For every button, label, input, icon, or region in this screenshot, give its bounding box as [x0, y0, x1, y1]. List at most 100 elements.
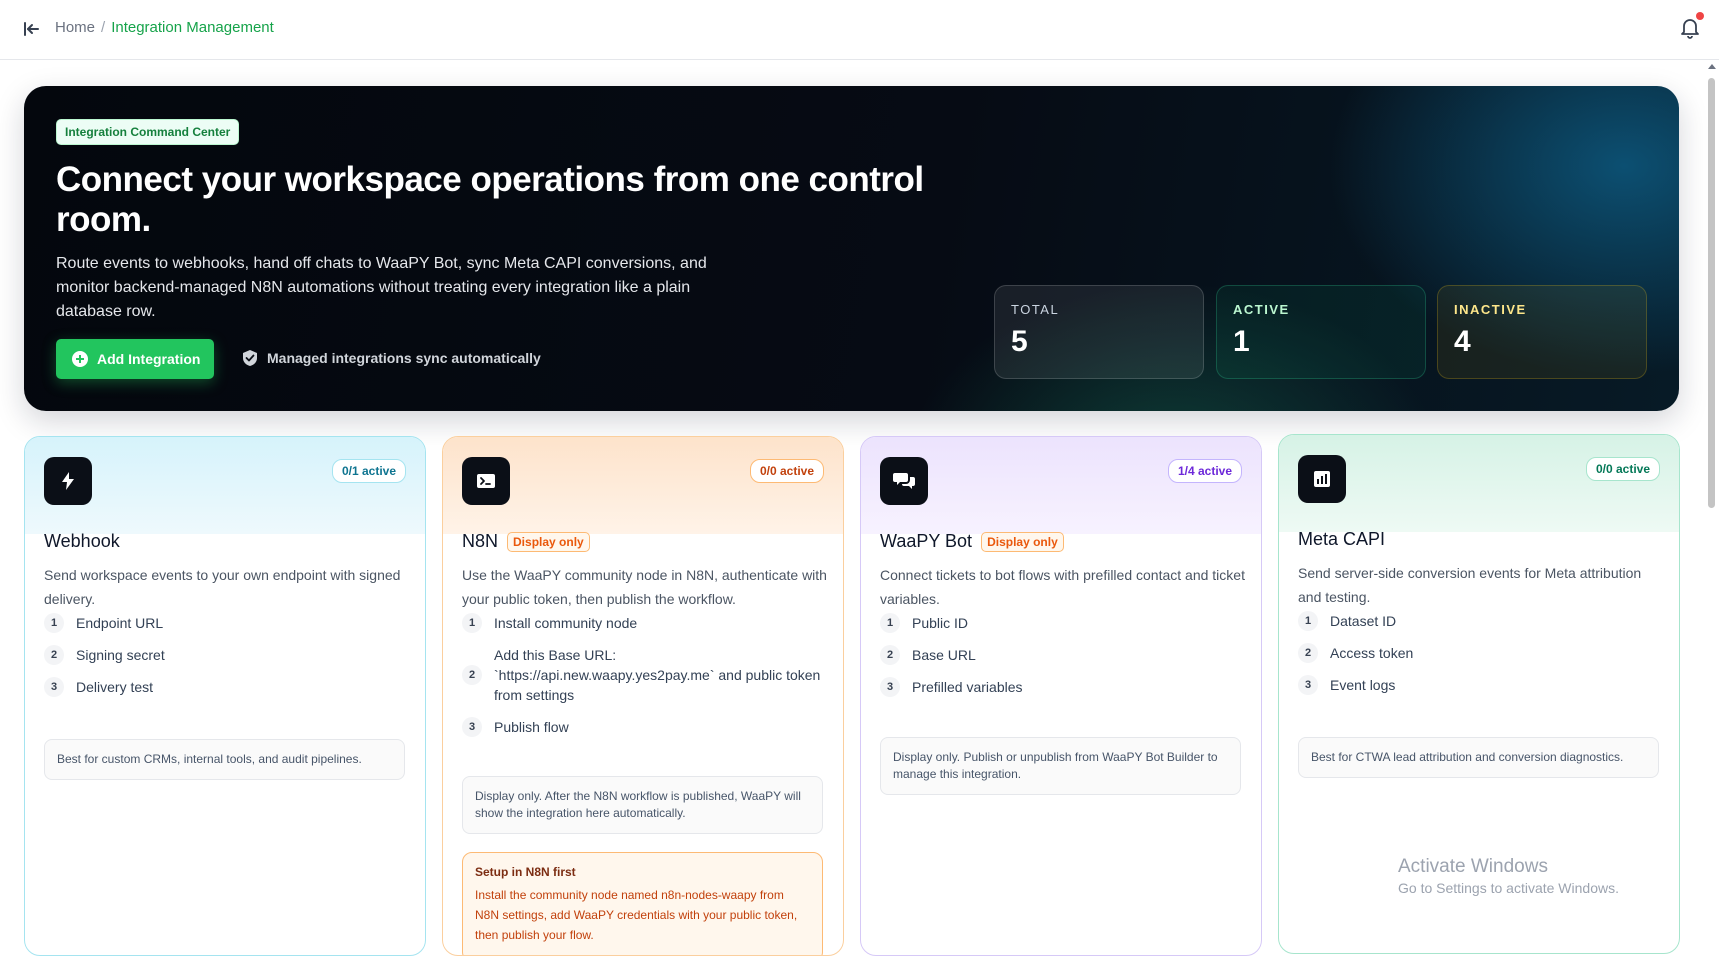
step-item: 1 Endpoint URL [44, 613, 409, 633]
active-count-badge: 0/0 active [1585, 457, 1660, 481]
hero-title: Connect your workspace operations from o… [56, 160, 924, 239]
setup-steps: 1 Install community node 2 Add this Base U… [462, 613, 827, 749]
step-text: Add this Base URL: `https://api.new.waap… [494, 647, 821, 703]
hero-badge: Integration Command Center [56, 119, 240, 145]
step-text: Base URL [912, 647, 976, 663]
setup-steps: 1 Dataset ID 2 Access token 3 Event logs [1298, 611, 1663, 707]
top-bar: Home / Integration Management [0, 0, 1719, 60]
shield-check-icon [243, 350, 257, 366]
step-item: 2 Add this Base URL: `https://api.new.waa… [462, 645, 827, 705]
stat-total: TOTAL 5 [994, 285, 1204, 379]
card-title-text: Webhook [44, 531, 120, 551]
card-note: Display only. Publish or unpublish from … [880, 737, 1241, 795]
setup-callout: Setup in N8N first Install the community… [462, 852, 823, 955]
step-item: 1 Dataset ID [1298, 611, 1663, 631]
display-only-badge: Display only [981, 531, 1064, 552]
card-note: Best for CTWA lead attribution and conve… [1298, 737, 1659, 778]
step-item: 2 Signing secret [44, 645, 409, 665]
step-item: 1 Install community node [462, 613, 827, 633]
stat-active-label: ACTIVE [1233, 302, 1290, 317]
step-number: 3 [462, 717, 482, 737]
breadcrumb-separator: / [101, 19, 106, 36]
step-number: 1 [44, 613, 64, 633]
step-number: 3 [1298, 675, 1318, 695]
step-item: 1 Public ID [880, 613, 1245, 633]
card-title-text: WaaPY Bot [880, 531, 973, 551]
stat-active: ACTIVE 1 [1216, 285, 1426, 379]
plus-circle-icon [72, 351, 88, 367]
stat-total-label: TOTAL [1011, 302, 1060, 317]
stat-active-value: 1 [1233, 325, 1250, 358]
step-number: 1 [1298, 611, 1318, 631]
card-title-text: N8N [462, 531, 499, 551]
stat-total-value: 5 [1011, 325, 1028, 358]
stat-inactive-label: INACTIVE [1454, 302, 1527, 317]
card-note: Display only. After the N8N workflow is … [462, 776, 823, 834]
card-note: Best for custom CRMs, internal tools, an… [44, 739, 405, 780]
step-text: Endpoint URL [76, 615, 164, 631]
stat-inactive-value: 4 [1454, 325, 1471, 358]
hero-panel: Integration Command Center Connect your … [24, 86, 1679, 411]
breadcrumb-current: Integration Management [111, 19, 274, 36]
setup-callout-title: Setup in N8N first [475, 865, 576, 879]
step-number: 1 [880, 613, 900, 633]
display-only-badge: Display only [507, 531, 590, 552]
setup-steps: 1 Public ID 2 Base URL 3 Prefilled variable… [880, 613, 1245, 709]
step-number: 2 [1298, 643, 1318, 663]
managed-sync-label: Managed integrations sync automatically [267, 350, 541, 366]
step-number: 3 [880, 677, 900, 697]
card-title: Meta CAPI [1298, 529, 1385, 550]
lightning-icon [44, 457, 92, 505]
step-number: 1 [462, 613, 482, 633]
step-text: Install community node [494, 615, 638, 631]
terminal-icon [462, 457, 510, 505]
card-description: Use the WaaPY community node in N8N, aut… [462, 567, 827, 607]
integration-card-n8n[interactable]: 0/0 active N8N Display only Use the WaaP… [442, 436, 844, 956]
card-title: WaaPY Bot Display only [880, 531, 1064, 552]
step-item: 3 Delivery test [44, 677, 409, 697]
scroll-up-arrow-icon[interactable] [1708, 64, 1716, 69]
card-description: Connect tickets to bot flows with prefil… [880, 567, 1245, 607]
stat-inactive: INACTIVE 4 [1437, 285, 1647, 379]
integration-card-waapy-bot[interactable]: 1/4 active WaaPY Bot Display only Connec… [860, 436, 1262, 956]
step-text: Public ID [912, 615, 969, 631]
collapse-sidebar-icon[interactable] [20, 18, 42, 40]
integration-card-webhook[interactable]: 0/1 active Webhook Send workspace events… [24, 436, 426, 956]
activation-watermark: Activate Windows Go to Settings to activ… [1398, 856, 1619, 896]
step-item: 3 Event logs [1298, 675, 1663, 695]
step-number: 2 [44, 645, 64, 665]
active-count-badge: 1/4 active [1167, 459, 1242, 483]
breadcrumb: Home / Integration Management [55, 19, 274, 36]
card-description: Send server-side conversion events for M… [1298, 565, 1642, 605]
managed-sync-note: Managed integrations sync automatically [242, 349, 541, 367]
setup-steps: 1 Endpoint URL 2 Signing secret 3 Delivery … [44, 613, 409, 709]
step-item: 3 Publish flow [462, 717, 827, 737]
step-text: Dataset ID [1330, 613, 1397, 629]
card-title: N8N Display only [462, 531, 590, 552]
active-count-badge: 0/0 active [749, 459, 824, 483]
step-item: 2 Base URL [880, 645, 1245, 665]
card-title: Webhook [44, 531, 120, 552]
step-number: 2 [462, 665, 482, 685]
active-count-badge: 0/1 active [331, 459, 406, 483]
step-item: 3 Prefilled variables [880, 677, 1245, 697]
notification-dot [1696, 12, 1704, 20]
card-title-text: Meta CAPI [1298, 529, 1386, 549]
step-text: Prefilled variables [912, 679, 1023, 695]
add-integration-button[interactable]: Add Integration [56, 339, 215, 379]
scrollbar-thumb[interactable] [1708, 78, 1715, 508]
bar-chart-icon [1298, 455, 1346, 503]
chat-bubbles-icon [880, 457, 928, 505]
watermark-title: Activate Windows [1398, 856, 1548, 877]
setup-callout-body: Install the community node named n8n-nod… [475, 888, 798, 942]
step-text: Signing secret [76, 647, 165, 663]
add-integration-label: Add Integration [97, 351, 201, 367]
card-description: Send workspace events to your own endpoi… [44, 567, 401, 607]
step-number: 3 [44, 677, 64, 697]
breadcrumb-home[interactable]: Home [55, 19, 95, 36]
step-number: 2 [880, 645, 900, 665]
hero-description: Route events to webhooks, hand off chats… [56, 255, 707, 320]
watermark-subtitle: Go to Settings to activate Windows. [1398, 880, 1619, 896]
step-text: Delivery test [76, 679, 154, 695]
step-text: Access token [1330, 645, 1414, 661]
